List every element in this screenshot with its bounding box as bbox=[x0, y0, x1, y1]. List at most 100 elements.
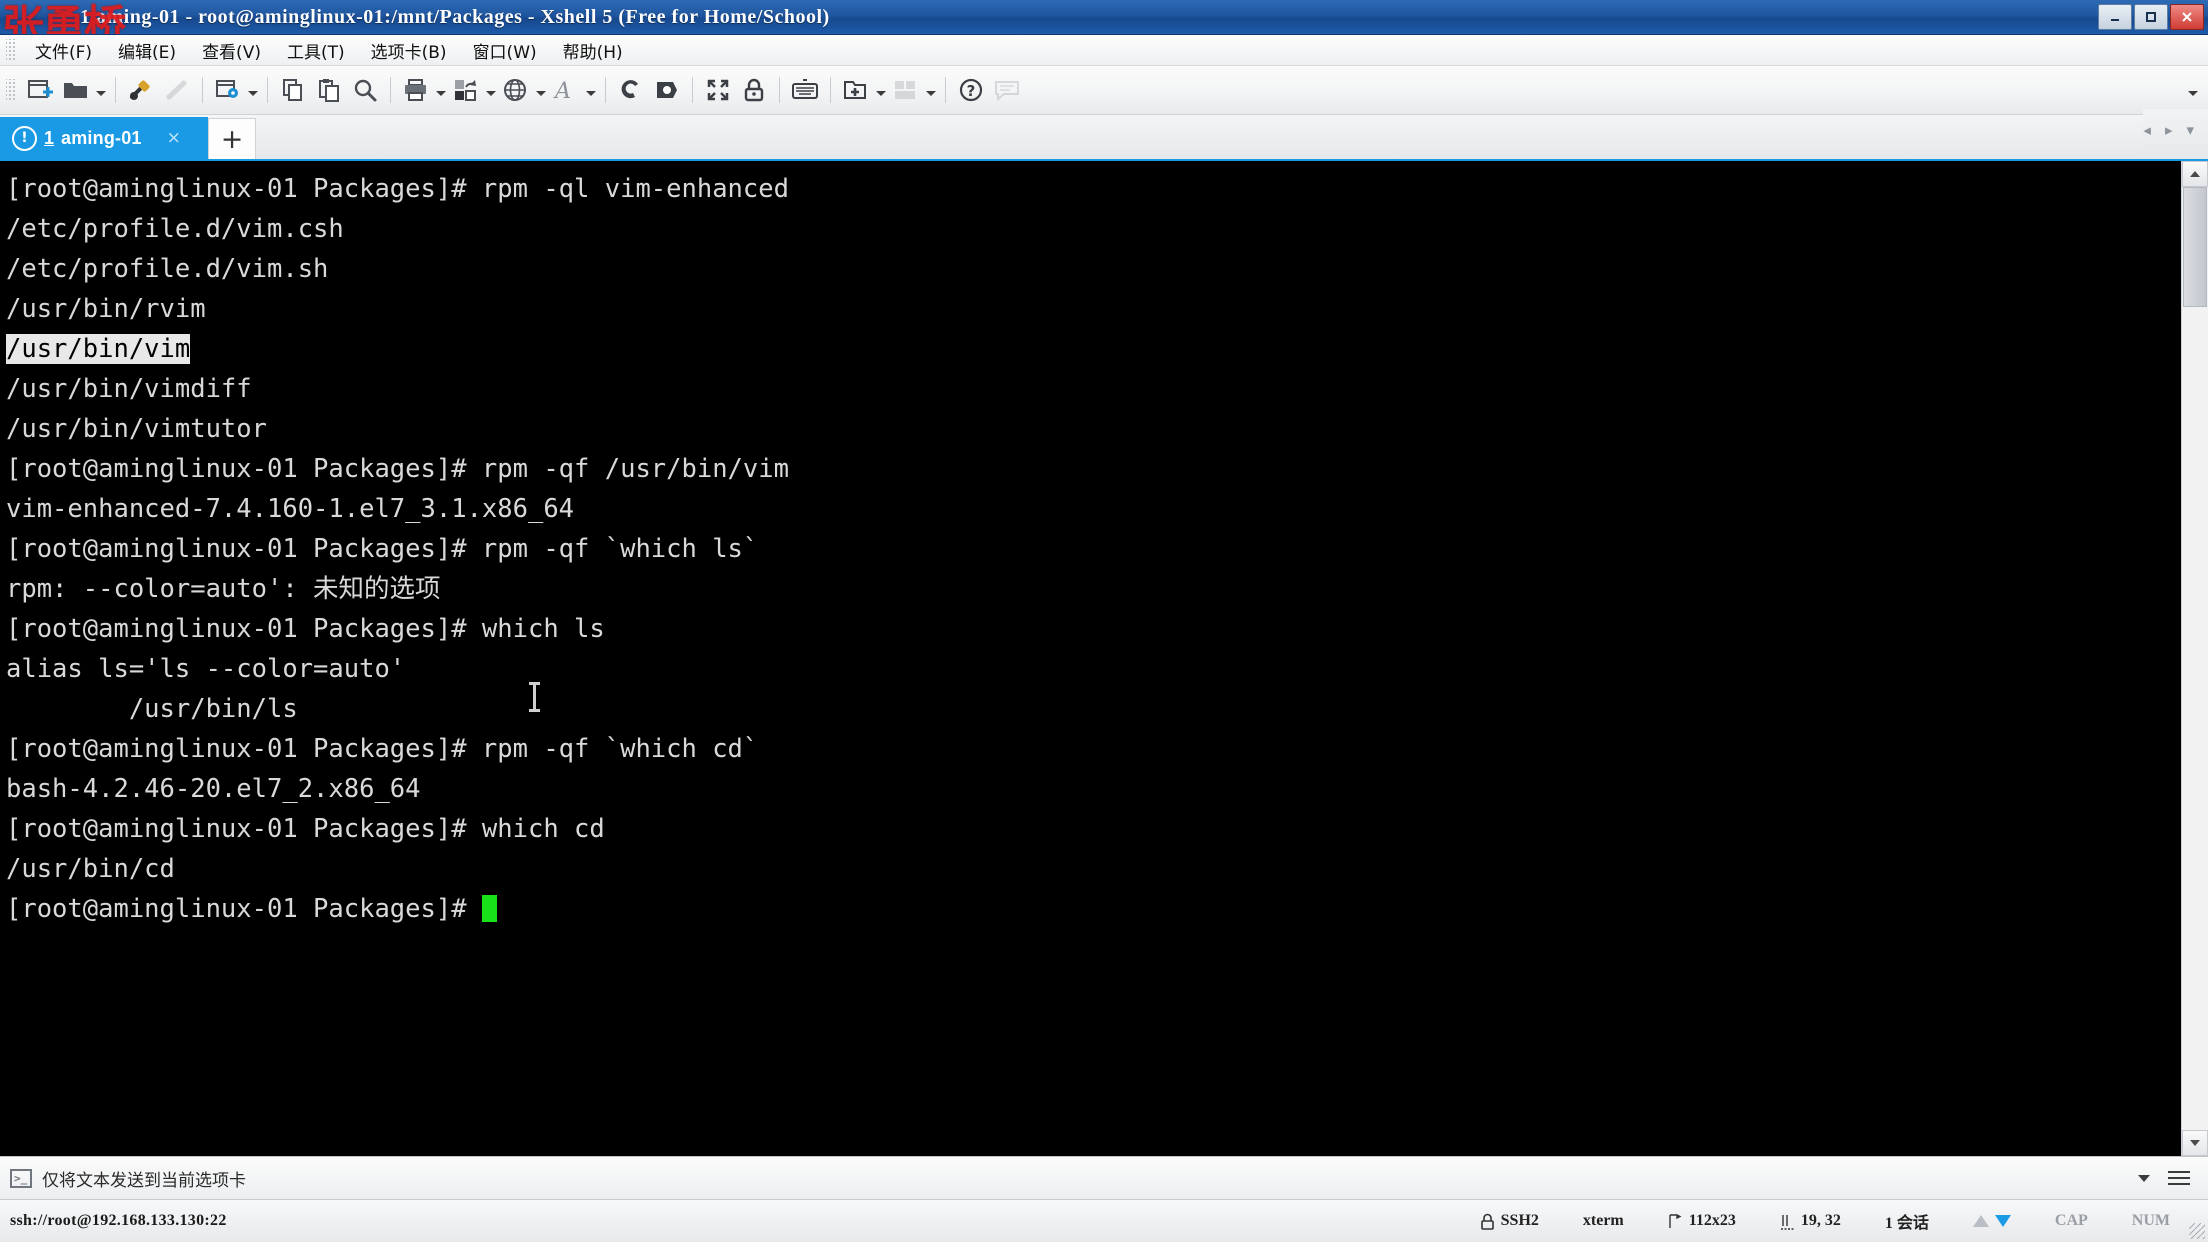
tab-label: aming-01 bbox=[61, 127, 142, 148]
session-properties-icon[interactable] bbox=[210, 70, 246, 110]
connect-icon[interactable] bbox=[123, 70, 159, 110]
status-indicators: SSH2 xterm 112x23 19, 32 1 会话 CAP NUM bbox=[1458, 1209, 2208, 1233]
svg-text:?: ? bbox=[967, 82, 976, 100]
tab-bar: ! 1 aming-01 × + ◂ ▸ ▾ bbox=[0, 109, 2208, 161]
prompt-text: [root@aminglinux-01 Packages]# bbox=[6, 894, 482, 924]
add-folder-dropdown-icon[interactable] bbox=[874, 71, 888, 109]
terminal-line: /etc/profile.d/vim.sh bbox=[6, 254, 329, 284]
menu-grip-icon[interactable] bbox=[6, 39, 16, 61]
menu-item-edit[interactable]: 编辑(E) bbox=[105, 35, 189, 66]
color-scheme-icon[interactable] bbox=[448, 70, 484, 110]
send-bar-controls bbox=[2138, 1171, 2198, 1185]
terminal-line: [root@aminglinux-01 Packages]# which ls bbox=[6, 614, 605, 644]
toolbar-separator bbox=[779, 77, 780, 103]
maximize-button[interactable] bbox=[2134, 4, 2168, 30]
menu-bar: 文件(F) 编辑(E) 查看(V) 工具(T) 选项卡(B) 窗口(W) 帮助(… bbox=[0, 35, 2208, 66]
tab-aming-01[interactable]: ! 1 aming-01 × bbox=[0, 117, 208, 159]
command-prompt-icon: >_ bbox=[10, 1168, 32, 1188]
new-tab-button[interactable]: + bbox=[208, 118, 256, 159]
log-stop-icon[interactable] bbox=[649, 70, 685, 110]
tab-list-icon[interactable]: ▾ bbox=[2186, 121, 2194, 139]
tab-next-icon[interactable]: ▸ bbox=[2165, 121, 2173, 139]
send-text-label: 仅将文本发送到当前选项卡 bbox=[42, 1170, 246, 1191]
tab-nav-controls: ◂ ▸ ▾ bbox=[2143, 109, 2208, 159]
terminal-vertical-scrollbar[interactable] bbox=[2181, 161, 2208, 1156]
paste-icon[interactable] bbox=[311, 70, 347, 110]
upload-arrow-icon bbox=[1972, 1215, 1989, 1227]
terminal-line: [root@aminglinux-01 Packages]# rpm -ql v… bbox=[6, 174, 789, 204]
font-dropdown-icon[interactable] bbox=[584, 71, 598, 109]
terminal-line: /usr/bin/rvim bbox=[6, 294, 206, 324]
tab-prev-icon[interactable]: ◂ bbox=[2143, 121, 2151, 139]
color-scheme-dropdown-icon[interactable] bbox=[484, 71, 498, 109]
open-folder-dropdown-icon[interactable] bbox=[94, 71, 108, 109]
menu-item-window[interactable]: 窗口(W) bbox=[460, 35, 550, 66]
help-icon[interactable]: ? bbox=[953, 70, 989, 110]
close-button[interactable] bbox=[2170, 4, 2204, 30]
status-cursor-position: 19, 32 bbox=[1758, 1212, 1863, 1230]
session-properties-dropdown-icon[interactable] bbox=[246, 71, 260, 109]
fullscreen-icon[interactable] bbox=[700, 70, 736, 110]
terminal-line-selected: /usr/bin/vim bbox=[6, 329, 2181, 369]
font-icon[interactable]: A bbox=[548, 70, 584, 110]
terminal-line: [root@aminglinux-01 Packages]# rpm -qf /… bbox=[6, 454, 789, 484]
status-caps-lock: CAP bbox=[2054, 1212, 2088, 1229]
print-dropdown-icon[interactable] bbox=[434, 71, 448, 109]
print-icon[interactable] bbox=[398, 70, 434, 110]
send-menu-icon[interactable] bbox=[2168, 1171, 2190, 1185]
status-protocol-label: SSH2 bbox=[1500, 1212, 1539, 1229]
toolbar-separator bbox=[605, 77, 606, 103]
terminal-line: /usr/bin/vimdiff bbox=[6, 374, 252, 404]
find-icon[interactable] bbox=[347, 70, 383, 110]
terminal-line: vim-enhanced-7.4.160-1.el7_3.1.x86_64 bbox=[6, 494, 575, 524]
copy-icon[interactable] bbox=[275, 70, 311, 110]
status-transfer-indicators bbox=[1951, 1215, 2033, 1227]
lock-icon[interactable] bbox=[736, 70, 772, 110]
terminal-line: bash-4.2.46-20.el7_2.x86_64 bbox=[6, 774, 421, 804]
menu-item-file[interactable]: 文件(F) bbox=[22, 35, 105, 66]
scroll-up-button[interactable] bbox=[2182, 161, 2208, 187]
status-num-lock: NUM bbox=[2131, 1212, 2170, 1229]
log-icon[interactable] bbox=[613, 70, 649, 110]
toolbar-separator bbox=[830, 77, 831, 103]
menu-item-tabs[interactable]: 选项卡(B) bbox=[358, 35, 460, 66]
globe-dropdown-icon[interactable] bbox=[534, 71, 548, 109]
open-folder-icon[interactable] bbox=[58, 70, 94, 110]
toolbar-overflow-button[interactable] bbox=[2186, 66, 2200, 114]
status-cursor-label: 19, 32 bbox=[1800, 1212, 1841, 1229]
terminal-line: [root@aminglinux-01 Packages]# rpm -qf `… bbox=[6, 534, 759, 564]
send-dropdown-icon[interactable] bbox=[2138, 1174, 2150, 1182]
terminal-line: /etc/profile.d/vim.csh bbox=[6, 214, 344, 244]
minimize-button[interactable] bbox=[2098, 4, 2132, 30]
scrollbar-track[interactable] bbox=[2182, 187, 2208, 1130]
menu-item-view[interactable]: 查看(V) bbox=[189, 35, 274, 66]
add-folder-icon[interactable] bbox=[838, 70, 874, 110]
status-sessions: 1 会话 bbox=[1884, 1215, 1929, 1232]
menu-item-help[interactable]: 帮助(H) bbox=[550, 35, 636, 66]
menu-item-tools[interactable]: 工具(T) bbox=[274, 35, 358, 66]
svg-text:A: A bbox=[553, 79, 571, 102]
terminal-screen[interactable]: [root@aminglinux-01 Packages]# rpm -ql v… bbox=[0, 161, 2181, 1156]
resize-grip-icon[interactable] bbox=[2189, 1223, 2205, 1239]
scrollbar-thumb[interactable] bbox=[2183, 187, 2207, 307]
download-arrow-icon bbox=[1994, 1215, 2011, 1227]
tab-bar-empty-area bbox=[256, 117, 2144, 159]
tab-close-icon[interactable]: × bbox=[167, 128, 181, 148]
warning-icon: ! bbox=[12, 125, 37, 151]
layout-icon bbox=[888, 70, 924, 110]
connection-url: ssh://root@192.168.133.130:22 bbox=[10, 1212, 227, 1229]
status-bar: ssh://root@192.168.133.130:22 SSH2 xterm… bbox=[0, 1199, 2208, 1242]
cursor-position-icon bbox=[1780, 1214, 1794, 1230]
keyboard-icon[interactable] bbox=[787, 70, 823, 110]
toolbar-grip-icon[interactable] bbox=[6, 79, 16, 101]
new-session-icon[interactable] bbox=[22, 70, 58, 110]
globe-icon[interactable] bbox=[498, 70, 534, 110]
window-controls bbox=[2098, 4, 2208, 30]
toolbar-separator bbox=[115, 77, 116, 103]
title-bar: 1 aming-01 - root@aminglinux-01:/mnt/Pac… bbox=[0, 0, 2208, 35]
text-cursor bbox=[481, 895, 497, 922]
scroll-down-button[interactable] bbox=[2182, 1130, 2208, 1156]
terminal-area: [root@aminglinux-01 Packages]# rpm -ql v… bbox=[0, 161, 2208, 1156]
selected-text: /usr/bin/vim bbox=[6, 334, 191, 364]
status-size-label: 112x23 bbox=[1688, 1212, 1736, 1229]
